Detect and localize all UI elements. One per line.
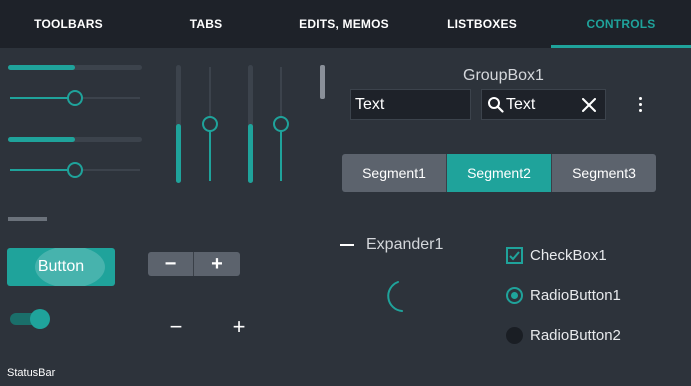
tab-edits-memos[interactable]: EDITS, MEMOS: [275, 0, 413, 48]
minus-button[interactable]: −: [164, 315, 188, 339]
slider-fill: [280, 124, 282, 181]
spin-box: − +: [148, 252, 240, 276]
search-edit[interactable]: Text: [481, 89, 606, 120]
slider-fill: [209, 124, 211, 181]
search-edit-value: Text: [506, 95, 536, 113]
radio-button-1[interactable]: RadioButton1: [506, 287, 621, 304]
checkmark-icon: [509, 251, 520, 261]
minus-icon: [340, 244, 354, 246]
slider-fill: [10, 97, 75, 99]
expander[interactable]: Expander1: [340, 236, 443, 254]
tab-controls[interactable]: CONTROLS: [551, 0, 691, 48]
progress-fill-1: [8, 65, 75, 70]
slider-fill: [10, 169, 75, 171]
radio-button-2[interactable]: RadioButton2: [506, 327, 621, 344]
progress-bar-2: [8, 137, 142, 142]
vertical-progress-bar-2: [248, 65, 253, 183]
vertical-track-bar-2[interactable]: [273, 67, 289, 181]
progress-bar-1: [8, 65, 142, 70]
active-tab-indicator: [551, 45, 691, 48]
slider-thumb[interactable]: [273, 116, 289, 132]
text-edit[interactable]: Text: [350, 89, 471, 120]
groupbox-title: GroupBox1: [463, 67, 544, 84]
toggle-switch[interactable]: [10, 309, 50, 329]
segment-2[interactable]: Segment2: [447, 154, 552, 192]
search-icon: [487, 96, 504, 113]
radio-label: RadioButton1: [530, 287, 621, 304]
segment-3[interactable]: Segment3: [552, 154, 656, 192]
checkbox-box[interactable]: [506, 247, 523, 264]
tab-bar: TOOLBARS TABS EDITS, MEMOS LISTBOXES CON…: [0, 0, 691, 48]
text-edit-value: Text: [355, 95, 385, 113]
checkbox-1[interactable]: CheckBox1: [506, 247, 607, 264]
tab-tabs[interactable]: TABS: [137, 0, 275, 48]
expander-label: Expander1: [366, 236, 444, 253]
separator-line: [8, 217, 47, 221]
track-bar-2[interactable]: [10, 162, 140, 178]
more-vertical-icon[interactable]: [630, 92, 650, 116]
plus-button[interactable]: +: [227, 315, 251, 339]
toggle-knob: [30, 309, 50, 329]
radio-label: RadioButton2: [530, 327, 621, 344]
slider-thumb[interactable]: [67, 162, 83, 178]
scrollbar-thumb[interactable]: [320, 65, 325, 99]
vertical-progress-fill-1: [176, 124, 181, 183]
vertical-track-bar-1[interactable]: [202, 67, 218, 181]
track-bar-1[interactable]: [10, 90, 140, 106]
slider-thumb[interactable]: [67, 90, 83, 106]
slider-thumb[interactable]: [202, 116, 218, 132]
tab-toolbars[interactable]: TOOLBARS: [0, 0, 137, 48]
vertical-progress-fill-2: [248, 124, 253, 183]
progress-fill-2: [8, 137, 75, 142]
close-icon[interactable]: [582, 97, 596, 112]
checkbox-label: CheckBox1: [530, 247, 607, 264]
segmented-control: Segment1 Segment2 Segment3: [342, 154, 656, 192]
segment-1[interactable]: Segment1: [342, 154, 447, 192]
radio-indicator[interactable]: [506, 287, 523, 304]
tab-listboxes[interactable]: LISTBOXES: [413, 0, 551, 48]
button-label: Button: [37, 258, 85, 275]
main-button[interactable]: Button: [7, 248, 115, 286]
decrement-button[interactable]: −: [148, 252, 194, 276]
status-bar: StatusBar: [7, 367, 56, 379]
radio-indicator[interactable]: [506, 327, 523, 344]
increment-button[interactable]: +: [194, 252, 240, 276]
busy-indicator-icon: [387, 281, 403, 312]
vertical-progress-bar-1: [176, 65, 181, 183]
